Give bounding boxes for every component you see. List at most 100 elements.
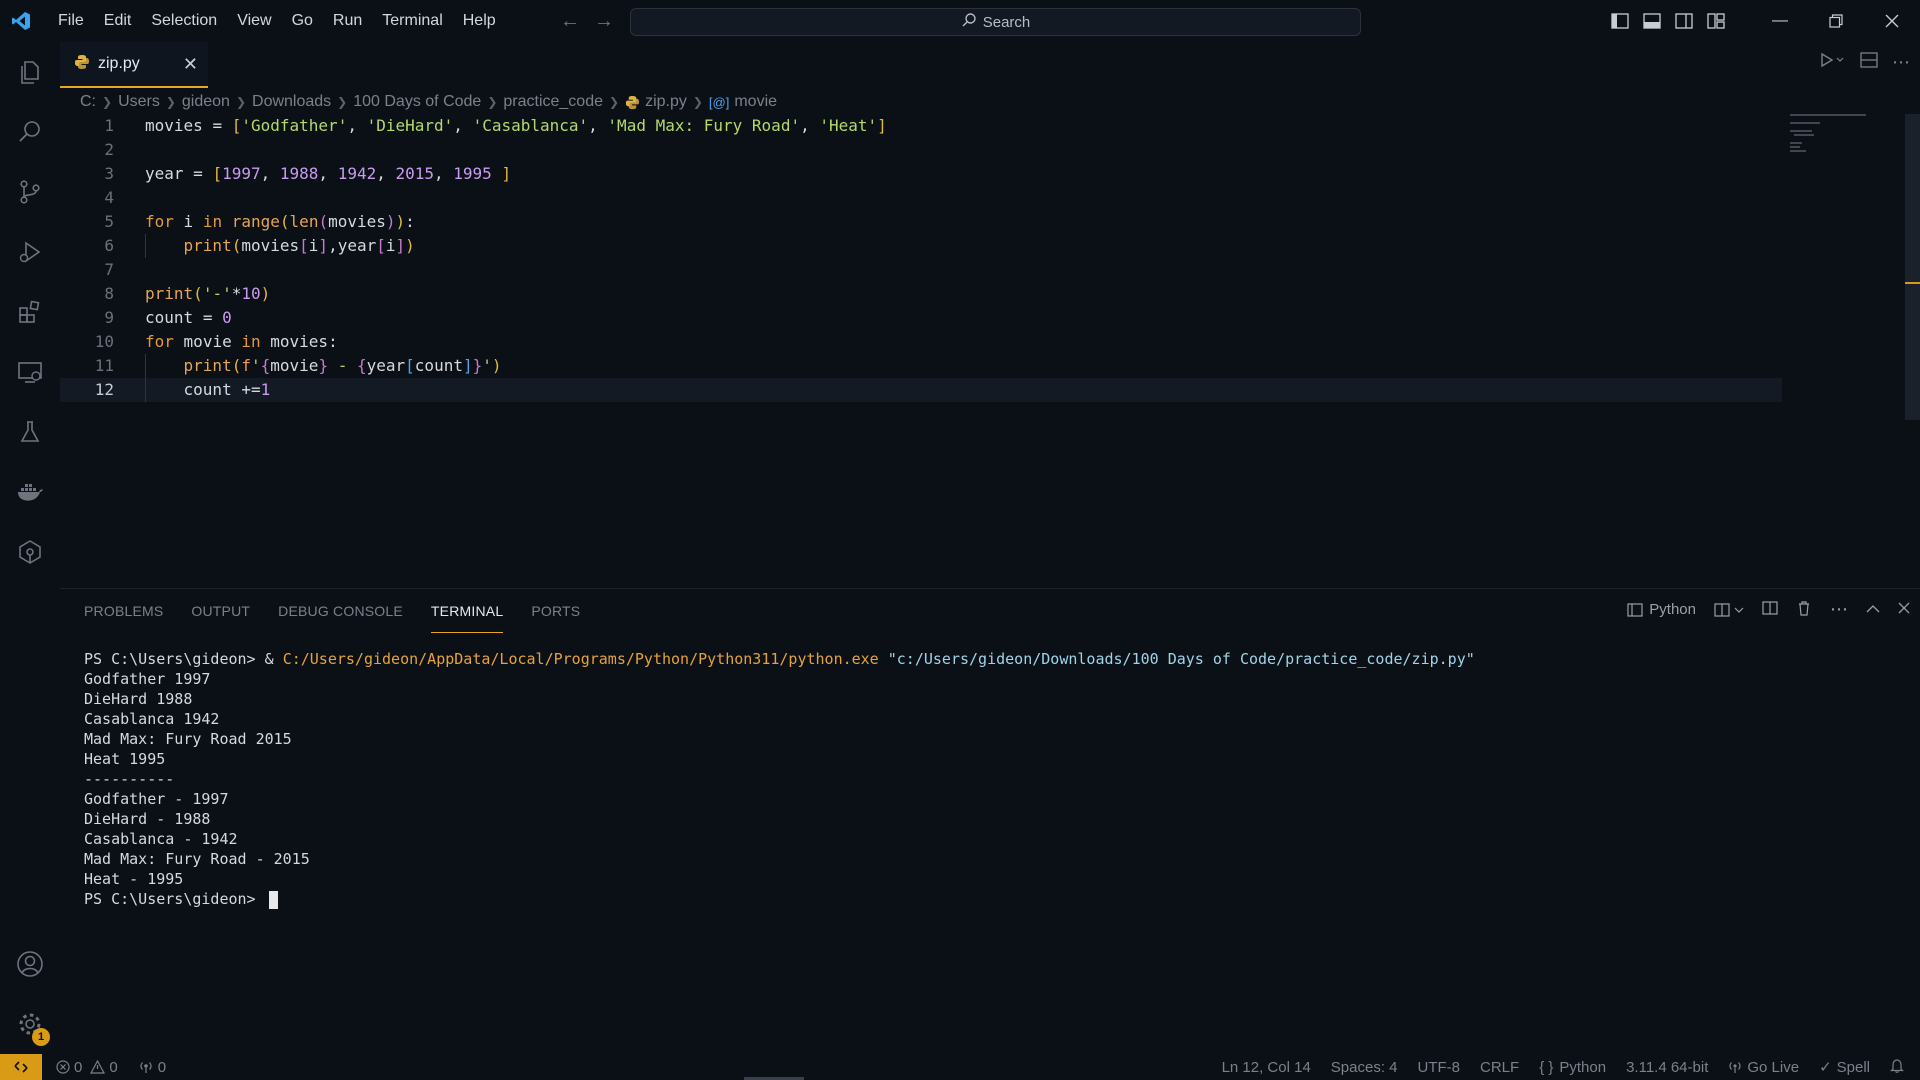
bell-icon[interactable]	[1890, 1058, 1904, 1077]
minimap-line	[1794, 134, 1814, 136]
terminal-line: DieHard - 1988	[84, 810, 211, 828]
editor-tabs: zip.py ✕ ⋯	[60, 42, 1920, 88]
editor-actions: ⋯	[1820, 52, 1910, 73]
tab-problems[interactable]: PROBLEMS	[84, 589, 163, 633]
line-number: 3	[104, 164, 114, 183]
testing-icon[interactable]	[0, 402, 60, 462]
warning-count: 0	[109, 1058, 118, 1076]
code-text: print(movies[i],year[i])	[183, 236, 415, 255]
editor-scrollbar[interactable]	[1905, 114, 1920, 420]
docker-icon[interactable]	[0, 462, 60, 522]
broadcast-icon	[1729, 1062, 1741, 1073]
terminal-output[interactable]: PS C:\Users\gideon> & C:/Users/gideon/Ap…	[84, 649, 1475, 909]
tab-terminal[interactable]: TERMINAL	[430, 589, 504, 633]
toggle-panel-icon[interactable]	[1636, 0, 1668, 42]
end-of-line[interactable]: CRLF	[1480, 1059, 1519, 1076]
breadcrumb-symbol[interactable]: movie	[734, 93, 777, 111]
tab-output[interactable]: OUTPUT	[191, 589, 250, 633]
breadcrumb-drive[interactable]: C:	[80, 93, 96, 111]
terminal-line: DieHard 1988	[84, 690, 193, 708]
menu-help[interactable]: Help	[453, 0, 506, 42]
remote-indicator-icon[interactable]	[0, 1054, 42, 1080]
menu-bar: File Edit Selection View Go Run Terminal…	[48, 0, 506, 42]
ports-status[interactable]: 0	[138, 1059, 166, 1076]
code-line: 5 for i in range(len(movies)):	[60, 210, 1782, 234]
breadcrumb-downloads[interactable]: Downloads	[252, 93, 331, 111]
command-center-search[interactable]: Search	[630, 8, 1361, 36]
manage-gear-icon[interactable]: 1	[0, 994, 60, 1054]
minimap-line	[1790, 146, 1800, 148]
minimap[interactable]	[1790, 114, 1870, 154]
close-panel-icon[interactable]	[1898, 601, 1910, 618]
breadcrumb: C: ❯ Users ❯ gideon ❯ Downloads ❯ 100 Da…	[80, 90, 777, 114]
forward-arrow-icon[interactable]: →	[594, 8, 614, 34]
breadcrumb-100-days[interactable]: 100 Days of Code	[353, 93, 481, 111]
run-icon[interactable]	[1820, 52, 1846, 73]
account-icon[interactable]	[0, 934, 60, 994]
restore-window-button[interactable]	[1808, 0, 1864, 42]
indent-guide	[145, 354, 146, 402]
chevron-right-icon: ❯	[487, 95, 498, 109]
code-text: movies = ['Godfather', 'DieHard', 'Casab…	[145, 116, 887, 135]
breadcrumb-gideon[interactable]: gideon	[182, 93, 230, 111]
line-number: 6	[104, 236, 114, 255]
source-control-icon[interactable]	[0, 162, 60, 222]
line-number: 8	[104, 284, 114, 303]
breadcrumb-users[interactable]: Users	[118, 93, 160, 111]
more-icon[interactable]: ⋯	[1892, 52, 1910, 73]
chevron-right-icon: ❯	[102, 95, 113, 109]
close-icon[interactable]: ✕	[183, 54, 198, 75]
menu-view[interactable]: View	[227, 0, 281, 42]
close-window-button[interactable]	[1864, 0, 1920, 42]
trash-icon[interactable]	[1796, 600, 1812, 620]
gitlens-icon[interactable]	[0, 522, 60, 582]
tab-ports[interactable]: PORTS	[531, 589, 580, 633]
breadcrumb-file[interactable]: zip.py	[645, 93, 687, 111]
chevron-right-icon: ❯	[337, 95, 348, 109]
extensions-icon[interactable]	[0, 282, 60, 342]
tab-zip-py[interactable]: zip.py ✕	[60, 42, 208, 88]
explorer-icon[interactable]	[0, 42, 60, 102]
search-label: Search	[982, 13, 1031, 31]
customize-layout-icon[interactable]	[1700, 0, 1732, 42]
menu-selection[interactable]: Selection	[141, 0, 227, 42]
chevron-right-icon: ❯	[165, 95, 176, 109]
python-interpreter[interactable]: 3.11.4 64-bit	[1626, 1059, 1708, 1076]
tab-debug-console[interactable]: DEBUG CONSOLE	[278, 589, 403, 633]
spell-check-button[interactable]: ✓ Spell	[1819, 1058, 1870, 1077]
remote-explorer-icon[interactable]	[0, 342, 60, 402]
encoding[interactable]: UTF-8	[1418, 1059, 1461, 1076]
search-icon[interactable]	[0, 102, 60, 162]
minimap-line	[1790, 142, 1802, 144]
cursor-position[interactable]: Ln 12, Col 14	[1222, 1059, 1311, 1076]
problems-status[interactable]: 0 0	[56, 1059, 118, 1076]
menu-go[interactable]: Go	[282, 0, 323, 42]
go-live-button[interactable]: Go Live	[1728, 1059, 1799, 1076]
toggle-secondary-sidebar-icon[interactable]	[1668, 0, 1700, 42]
menu-terminal[interactable]: Terminal	[372, 0, 452, 42]
split-editor-icon[interactable]	[1860, 52, 1878, 73]
menu-edit[interactable]: Edit	[94, 0, 142, 42]
toggle-primary-sidebar-icon[interactable]	[1604, 0, 1636, 42]
code-line: 3 year = [1997, 1988, 1942, 2015, 1995 ]	[60, 162, 1782, 186]
back-arrow-icon[interactable]: ←	[560, 8, 580, 34]
split-panel-icon[interactable]	[1762, 600, 1778, 620]
line-number: 1	[104, 116, 114, 135]
terminal-shell-selector[interactable]: Python	[1627, 601, 1696, 618]
line-number: 10	[94, 332, 114, 351]
split-terminal-icon[interactable]	[1714, 602, 1744, 618]
menu-run[interactable]: Run	[323, 0, 372, 42]
run-debug-icon[interactable]	[0, 222, 60, 282]
code-editor[interactable]: 1 movies = ['Godfather', 'DieHard', 'Cas…	[60, 114, 1860, 584]
language-mode[interactable]: { } Python	[1539, 1059, 1606, 1076]
minimize-window-button[interactable]: —	[1752, 0, 1808, 42]
maximize-panel-icon[interactable]	[1866, 601, 1880, 618]
terminal-icon	[1627, 602, 1643, 617]
menu-file[interactable]: File	[48, 0, 94, 42]
indentation[interactable]: Spaces: 4	[1331, 1059, 1398, 1076]
error-icon	[56, 1060, 70, 1074]
terminal-command-line: PS C:\Users\gideon> & C:/Users/gideon/Ap…	[84, 649, 1475, 669]
breadcrumb-practice-code[interactable]: practice_code	[503, 93, 603, 111]
current-code-line: 12 count +=1	[60, 378, 1782, 402]
more-icon[interactable]: ⋯	[1830, 599, 1848, 620]
